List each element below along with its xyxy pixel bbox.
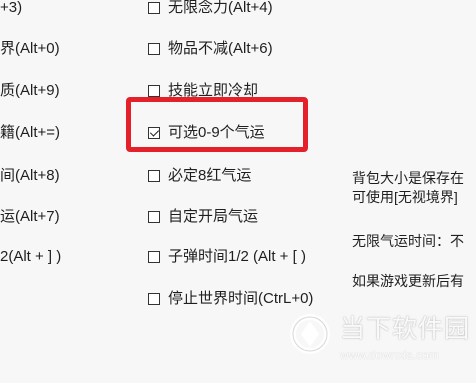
checkbox[interactable] [148, 2, 160, 14]
right-note-2: 可使用[无视境界] [352, 189, 458, 205]
checkbox[interactable] [148, 211, 160, 223]
checkbox[interactable] [148, 43, 160, 55]
checkbox-row-custom-start-fortune[interactable]: 自定开局气运 [148, 207, 258, 227]
left-item-3: 质(Alt+9) [0, 82, 60, 99]
left-item-1: +3) [0, 0, 23, 16]
checkbox-label: 物品不减(Alt+6) [168, 40, 273, 57]
left-item-4: 籍(Alt+=) [0, 124, 61, 141]
checkbox-label: 自定开局气运 [168, 208, 259, 225]
checkbox-label: 无限念力(Alt+4) [168, 0, 273, 16]
watermark-url: www.downxia.com [340, 348, 439, 362]
right-note-4: 如果游戏更新后有 [352, 273, 464, 289]
checkbox-row-items-no-decrease[interactable]: 物品不减(Alt+6) [148, 39, 273, 59]
checkbox[interactable] [148, 251, 160, 263]
checkbox-row-unlimited-willpower[interactable]: 无限念力(Alt+4) [148, 0, 273, 18]
checkbox-label: 子弹时间1/2 (Alt + [ ) [168, 248, 306, 265]
left-item-2: 界(Alt+0) [0, 40, 60, 57]
right-note-1: 背包大小是保存在 [352, 170, 464, 186]
left-item-7: 2(Alt + ] ) [0, 248, 62, 265]
left-item-5: 间(Alt+8) [0, 167, 60, 184]
right-note-3: 无限气运时间：不 [352, 233, 464, 249]
watermark: 当下软件园 www.downxia.com [280, 304, 476, 383]
highlight-box [126, 97, 308, 152]
checkbox[interactable] [148, 170, 160, 182]
checkbox[interactable] [148, 293, 160, 305]
left-item-6: 运(Alt+7) [0, 208, 60, 225]
checkbox-row-eight-red-fortune[interactable]: 必定8红气运 [148, 166, 251, 186]
watermark-title: 当下软件园 [340, 315, 471, 343]
checkbox[interactable] [148, 85, 160, 97]
checkbox-row-bullet-time[interactable]: 子弹时间1/2 (Alt + [ ) [148, 247, 306, 267]
watermark-logo-icon [290, 314, 330, 354]
checkbox-label: 必定8红气运 [168, 167, 252, 184]
